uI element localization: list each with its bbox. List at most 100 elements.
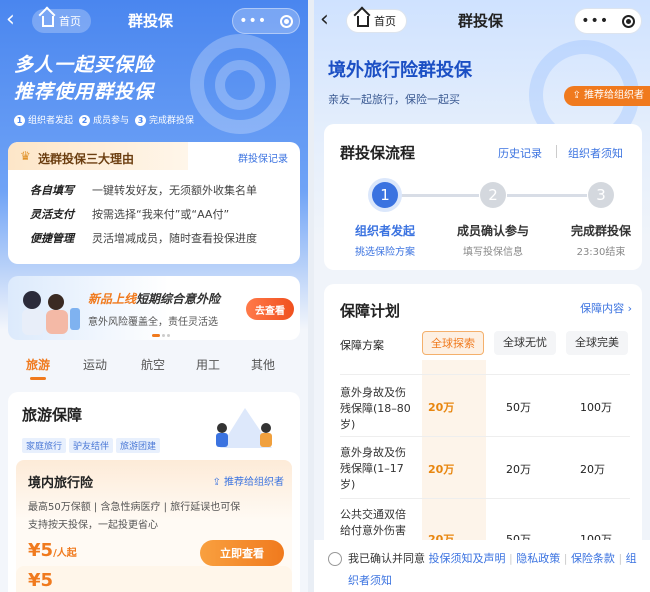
reason-item: 灵活支付 按需选择“我来付”或“AA付”	[30, 208, 230, 221]
section-tags: 家庭旅行 驴友结伴 旅游团建	[22, 434, 163, 453]
chevron-right-icon: ›	[624, 302, 632, 315]
home-icon	[42, 15, 54, 27]
product-subtitle: 亲友一起旅行，保险一起买	[328, 93, 460, 106]
plan-label: 保障方案	[340, 339, 384, 352]
nav-bar: ‹ 首页 群投保 •••	[0, 6, 308, 36]
coverage-row: 意外身故及伤残保障(18–80岁) 20万 50万 100万	[340, 374, 630, 436]
recommend-organizer-button[interactable]: ⇪ 推荐给组织者	[564, 86, 650, 106]
hero-step: 3 完成群投保	[135, 113, 194, 126]
progress-line	[399, 194, 479, 197]
coverage-label: 意外身故及伤残保障(1–17岁)	[340, 446, 406, 491]
policy-link[interactable]: 投保须知及声明	[429, 552, 506, 565]
step-1-circle: 1	[372, 182, 398, 208]
coverage-value: 20万	[580, 463, 605, 476]
history-link[interactable]: 群投保记录	[238, 150, 288, 165]
hero-title-2: 推荐使用群投保	[14, 81, 155, 103]
tab-other[interactable]: 其他	[251, 356, 275, 373]
sep: |	[509, 552, 513, 565]
next-product-peek: ¥5	[16, 566, 292, 592]
step-3: 完成群投保 23:30结束	[570, 224, 631, 258]
more-menu-icon[interactable]: •••	[239, 14, 267, 28]
page-title: 群投保	[128, 12, 174, 30]
product-features: 最高50万保额 | 含急性病医疗 | 旅行延误也可保	[28, 502, 241, 513]
coverage-value: 20万	[428, 401, 455, 414]
mini-program-capsule: •••	[232, 8, 300, 34]
coverage-value: 20万	[428, 463, 455, 476]
tag: 家庭旅行	[22, 438, 67, 453]
reason-item: 各自填写 一键转发好友，无须额外收集名单	[30, 184, 257, 197]
step-1: 组织者发起 挑选保险方案	[354, 224, 415, 258]
agree-prefix: 我已确认并同意	[348, 552, 425, 565]
process-title: 群投保流程	[340, 144, 416, 162]
home-button[interactable]: 首页	[32, 9, 91, 33]
tag: 驴友结伴	[69, 438, 114, 453]
progress-line	[507, 194, 587, 197]
plan-option-worryfree[interactable]: 全球无忧	[494, 331, 556, 355]
coverage-value: 20万	[506, 463, 531, 476]
product-name: 境内旅行险	[28, 476, 94, 491]
banner-subtitle: 意外风险覆盖全，责任灵活选	[88, 317, 218, 328]
banner-pager	[152, 334, 172, 337]
back-icon[interactable]: ‹	[6, 9, 28, 33]
shield-decoration-inner	[215, 60, 265, 110]
plan-option-explore[interactable]: 全球探索	[422, 331, 484, 355]
step-2-circle: 2	[480, 182, 506, 208]
home-label: 首页	[59, 15, 81, 28]
coverage-value: 100万	[580, 401, 612, 414]
home-label: 首页	[374, 15, 396, 28]
hero-step: 1 组织者发起	[14, 113, 73, 126]
back-icon[interactable]: ‹	[320, 9, 342, 33]
plan-title: 保障计划	[340, 302, 401, 320]
product-desc: 支持按天投保，一起投更省心	[28, 520, 158, 531]
tab-labor[interactable]: 用工	[196, 356, 220, 373]
sep: |	[563, 552, 568, 565]
coverage-label: 公共交通双倍给付意外伤害	[340, 508, 406, 537]
tag: 旅游团建	[116, 438, 161, 453]
beach-illustration	[22, 291, 80, 335]
privacy-link[interactable]: 隐私政策	[516, 552, 560, 565]
step-2: 成员确认参与 填写投保信息	[456, 224, 529, 258]
tab-aviation[interactable]: 航空	[141, 356, 165, 373]
camping-illustration	[216, 408, 272, 448]
reasons-title: 选群投保三大理由	[38, 152, 135, 166]
close-program-icon[interactable]	[279, 14, 293, 28]
agree-checkbox[interactable]	[328, 552, 342, 566]
tab-sports[interactable]: 运动	[83, 356, 107, 373]
hero-steps: 1 组织者发起 2 成员参与 3 完成群投保	[14, 113, 194, 126]
close-program-icon[interactable]	[621, 14, 635, 28]
organizer-notice-link[interactable]: 组织者须知	[568, 145, 623, 161]
terms-link[interactable]: 保险条款	[571, 552, 615, 565]
home-icon	[357, 15, 369, 27]
link-divider	[556, 145, 557, 158]
coverage-content-link[interactable]: 保障内容 ›	[580, 300, 632, 316]
step-3-circle: 3	[588, 182, 614, 208]
mini-program-capsule: •••	[574, 8, 642, 34]
section-title: 旅游保障	[22, 406, 83, 424]
share-icon: ⇪	[212, 477, 224, 488]
product-price: ¥5/人起	[28, 540, 77, 561]
hero-step: 2 成员参与	[79, 113, 129, 126]
product-title: 境外旅行险群投保	[328, 60, 472, 81]
coverage-row: 意外身故及伤残保障(1–17岁) 20万 20万 20万	[340, 436, 630, 498]
page-title: 群投保	[458, 12, 504, 30]
recommend-organizer-link[interactable]: ⇪ 推荐给组织者	[212, 473, 284, 488]
history-link[interactable]: 历史记录	[498, 145, 542, 161]
new-product-banner[interactable]: 新品上线短期综合意外险 意外风险覆盖全，责任灵活选 去查看	[8, 276, 300, 340]
tab-travel[interactable]: 旅游	[26, 356, 50, 373]
left-screen: ‹ 首页 群投保 ••• 多人一起买保险 推荐使用群投保 1 组织者发起 2 成员参…	[0, 0, 308, 592]
agreement-bar: 我已确认并同意 投保须知及声明 | 隐私政策 | 保险条款 | 组织者须知	[314, 540, 650, 592]
view-now-button[interactable]: 立即查看	[200, 540, 284, 566]
category-tabs: 旅游 运动 航空 用工 其他	[0, 356, 308, 384]
right-screen: ‹ 首页 群投保 ••• 境外旅行险群投保 亲友一起旅行，保险一起买 ⇪ 推荐给…	[314, 0, 650, 592]
process-card: 群投保流程 历史记录 组织者须知 1 2 3 组织者发起 挑选保险方案 成员确认参…	[324, 124, 642, 270]
plan-option-perfect[interactable]: 全球完美	[566, 331, 628, 355]
share-icon: ⇪	[572, 90, 584, 101]
coverage-value: 50万	[506, 401, 531, 414]
coverage-label: 意外身故及伤残保障(18–80岁)	[340, 386, 411, 431]
nav-bar: ‹ 首页 群投保 •••	[314, 6, 650, 36]
reason-item: 便捷管理 灵活增减成员，随时查看投保进度	[30, 232, 257, 245]
home-button[interactable]: 首页	[346, 9, 407, 33]
more-menu-icon[interactable]: •••	[581, 14, 609, 28]
crown-icon: ♛	[20, 149, 31, 163]
banner-view-button[interactable]: 去查看	[246, 298, 294, 320]
